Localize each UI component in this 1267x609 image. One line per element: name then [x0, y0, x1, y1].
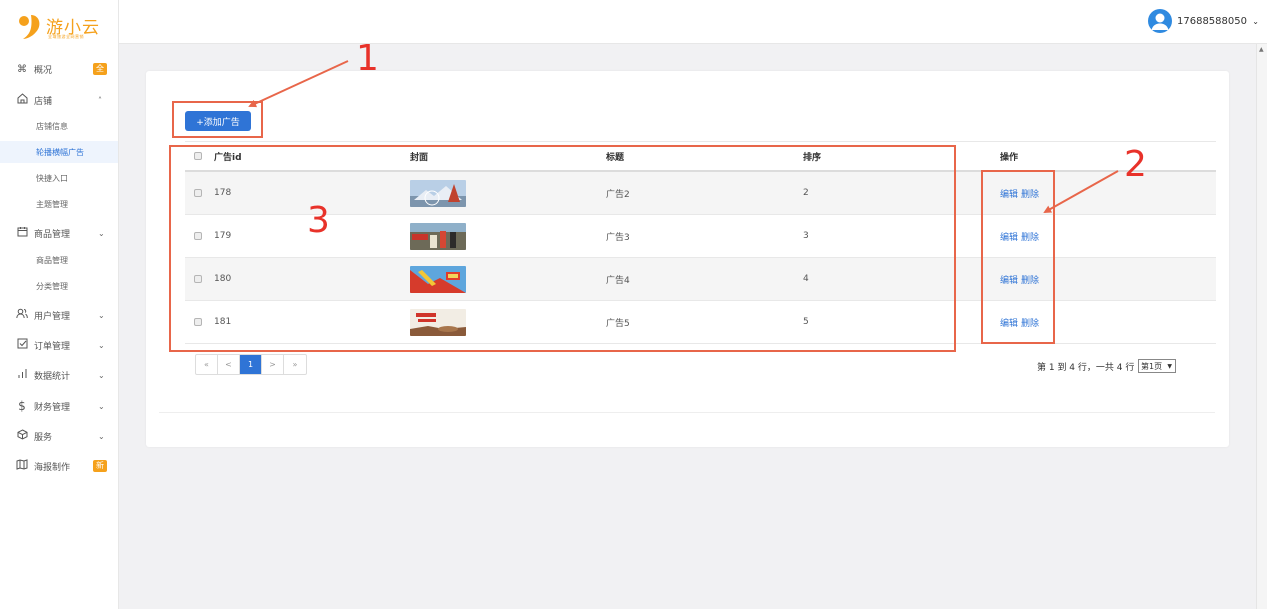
annotation-number-2: 2 [1124, 144, 1147, 185]
annotation-box-2 [981, 170, 1055, 344]
sidebar-subitem-label: 店铺信息 [36, 121, 68, 131]
sidebar-item-stats[interactable]: 数据统计 ⌄ [0, 364, 118, 386]
cube-icon [16, 429, 28, 443]
sidebar-subitem-label: 轮播横幅广告 [36, 147, 84, 157]
user-menu[interactable]: 17688588050 ⌄ [1177, 16, 1259, 27]
chevron-up-icon: ˄ [98, 95, 102, 105]
chevron-down-icon: ⌄ [98, 370, 105, 380]
sidebar-subitem-category[interactable]: 分类管理 [0, 275, 118, 297]
annotation-box-3 [169, 145, 956, 352]
column-header-actions: 操作 [1000, 152, 1019, 163]
sidebar-item-label: 订单管理 [34, 341, 71, 352]
home-icon [16, 93, 28, 107]
sidebar-item-store[interactable]: 店铺 ˄ [0, 89, 118, 111]
page-prev-button[interactable]: < [218, 355, 240, 374]
sidebar-subitem-label: 快捷入口 [36, 173, 68, 183]
sidebar-item-users[interactable]: 用户管理 ⌄ [0, 304, 118, 326]
avatar[interactable] [1148, 9, 1172, 33]
chevron-down-icon: ⌄ [98, 401, 105, 411]
chevron-down-icon: ⌄ [98, 431, 105, 441]
sidebar-item-label: 数据统计 [34, 371, 71, 382]
chevron-down-icon: ⌄ [1252, 17, 1259, 26]
page-info: 第 1 到 4 行，一共 4 行 [1037, 363, 1135, 373]
annotation-number-3: 3 [307, 200, 330, 241]
page-select-value: 第1页 [1141, 361, 1163, 371]
scrollbar[interactable]: ▲ [1256, 44, 1267, 609]
logo[interactable]: 游小云 全域旅游全网营销 [18, 10, 118, 44]
page-number-button[interactable]: 1 [240, 355, 262, 374]
page-first-button[interactable]: « [196, 355, 218, 374]
sidebar-item-poster[interactable]: 海报制作 新 [0, 455, 118, 477]
sidebar-item-service[interactable]: 服务 ⌄ [0, 425, 118, 447]
sidebar-item-overview[interactable]: ⌘ 概况 全 [0, 58, 118, 80]
page-last-button[interactable]: » [284, 355, 306, 374]
command-icon: ⌘ [17, 63, 27, 75]
pagination: « < 1 > » [195, 354, 307, 375]
chevron-down-icon: ⌄ [98, 228, 105, 238]
sidebar-subitem-banner-ads[interactable]: 轮播横幅广告 [0, 141, 118, 163]
checkbox-icon [16, 338, 28, 352]
logo-tagline: 全域旅游全网营销 [48, 34, 84, 39]
chevron-down-icon: ⌄ [98, 310, 105, 320]
annotation-number-1: 1 [356, 38, 379, 79]
sidebar-item-label: 店铺 [34, 96, 53, 107]
sidebar-item-label: 用户管理 [34, 311, 71, 322]
sidebar-item-orders[interactable]: 订单管理 ⌄ [0, 334, 118, 356]
scroll-up-icon[interactable]: ▲ [1259, 46, 1264, 53]
annotation-box-1 [172, 101, 263, 138]
dollar-icon: $ [18, 399, 26, 413]
top-header [119, 0, 1267, 44]
dropdown-arrow-icon: ▼ [1167, 362, 1172, 370]
sidebar-item-finance[interactable]: $ 财务管理 ⌄ [0, 395, 118, 417]
page-select[interactable]: 第1页 ▼ [1138, 359, 1176, 373]
sidebar-subitem-label: 主题管理 [36, 199, 68, 209]
chevron-down-icon: ⌄ [98, 340, 105, 350]
sidebar-item-label: 财务管理 [34, 402, 71, 413]
status-badge: 新 [93, 460, 107, 472]
sidebar-item-label: 商品管理 [34, 229, 71, 240]
logo-mark-icon [19, 15, 40, 39]
user-phone: 17688588050 [1177, 16, 1247, 27]
sidebar-item-label: 服务 [34, 432, 53, 443]
sidebar: 游小云 全域旅游全网营销 ⌘ 概况 全 店铺 ˄ 店铺信息 轮播横幅广告 快捷入… [0, 0, 119, 609]
sidebar-subitem-shortcuts[interactable]: 快捷入口 [0, 167, 118, 189]
sidebar-subitem-store-info[interactable]: 店铺信息 [0, 115, 118, 137]
sidebar-item-label: 概况 [34, 65, 53, 76]
bar-chart-icon [16, 368, 28, 382]
sidebar-subitem-label: 商品管理 [36, 255, 68, 265]
page-next-button[interactable]: > [262, 355, 284, 374]
calendar-icon [16, 226, 28, 240]
map-icon [16, 459, 28, 473]
status-badge: 全 [93, 63, 107, 75]
sidebar-subitem-theme[interactable]: 主题管理 [0, 193, 118, 215]
sidebar-item-goods[interactable]: 商品管理 ⌄ [0, 222, 118, 244]
user-icon [1151, 13, 1169, 30]
sidebar-subitem-label: 分类管理 [36, 281, 68, 291]
sidebar-subitem-goods-manage[interactable]: 商品管理 [0, 249, 118, 271]
users-icon [16, 308, 28, 322]
sidebar-item-label: 海报制作 [34, 462, 71, 473]
